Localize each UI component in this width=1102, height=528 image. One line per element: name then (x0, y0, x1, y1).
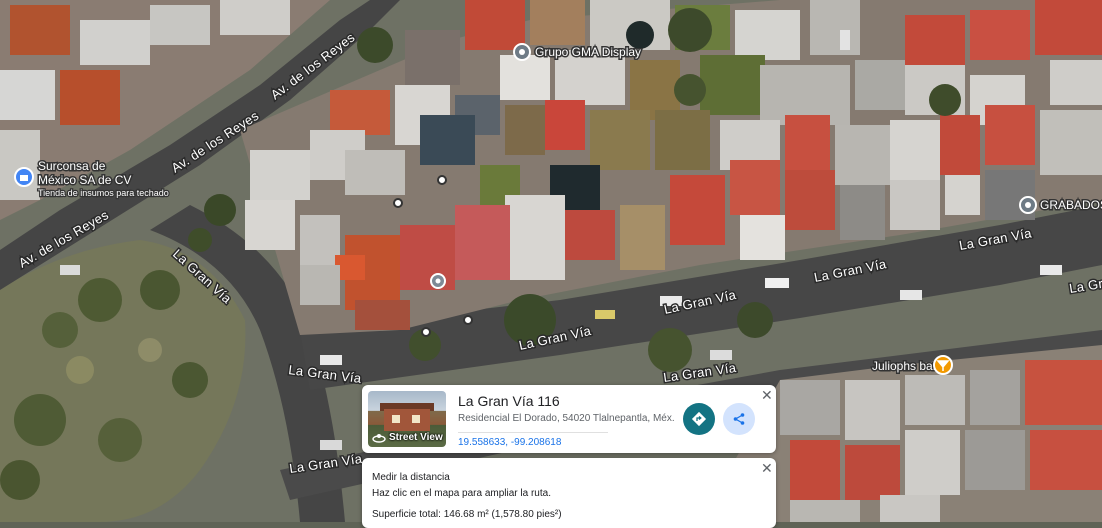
map-marker-dot[interactable] (421, 327, 431, 337)
street-view-label: Street View (389, 432, 443, 443)
measure-area: Superficie total: 146.68 m² (1,578.80 pi… (372, 509, 562, 520)
close-icon[interactable]: ✕ (761, 388, 773, 402)
measure-title: Medir la distancia (372, 472, 450, 483)
poi-juliophs-bar[interactable]: Juliophs bar (871, 355, 953, 375)
place-card[interactable]: Street View La Gran Vía 116 Residencial … (362, 385, 776, 453)
place-coordinates[interactable]: 19.558633, -99.208618 (458, 437, 561, 448)
poi-label: Grupo GMA Display (535, 45, 641, 59)
directions-button[interactable] (683, 403, 715, 435)
map-marker-dot[interactable] (463, 315, 473, 325)
share-icon (733, 413, 745, 425)
street-view-thumbnail[interactable]: Street View (368, 391, 446, 447)
share-button[interactable] (723, 403, 755, 435)
poi-subtitle: Tienda de insumos para techado (38, 188, 169, 198)
poi-grabados[interactable]: GRABADOS (1019, 196, 1102, 214)
divider (458, 432, 608, 433)
measure-distance-card[interactable]: Medir la distancia Haz clic en el mapa p… (362, 458, 776, 528)
measure-hint: Haz clic en el mapa para ampliar la ruta… (372, 488, 551, 499)
poi-label: GRABADOS (1040, 198, 1102, 212)
place-address: Residencial El Dorado, 54020 Tlalnepantl… (458, 413, 675, 424)
poi-label: México SA de CV (38, 173, 131, 187)
map-marker-dot[interactable] (393, 198, 403, 208)
map-marker-dot[interactable] (437, 175, 447, 185)
place-title: La Gran Vía 116 (458, 393, 560, 409)
poi-label: Juliophs bar (872, 359, 937, 373)
selected-location-pin[interactable] (430, 273, 446, 289)
close-icon[interactable]: ✕ (761, 461, 773, 475)
street-view-icon (372, 433, 386, 443)
directions-icon (691, 411, 707, 427)
poi-label: Surconsa de (38, 159, 106, 173)
